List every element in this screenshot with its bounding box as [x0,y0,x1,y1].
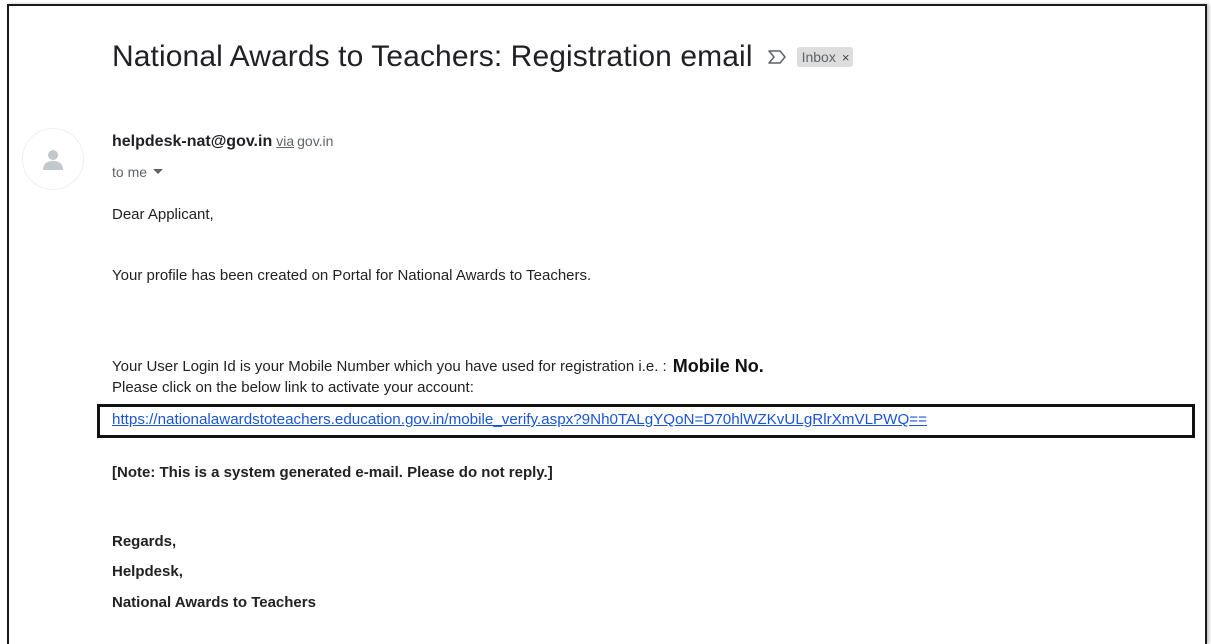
caret-down-icon[interactable] [153,169,164,175]
activation-instruction: Please click on the below link to activa… [112,379,474,396]
email-frame [7,4,1207,644]
recipient-text: to me [112,164,148,180]
label-text: Inbox [801,49,836,65]
email-subject: National Awards to Teachers: Registratio… [112,40,753,73]
subject-row: National Awards to Teachers: Registratio… [112,40,854,74]
greeting: Dear Applicant, [112,206,214,223]
sender-row: helpdesk-nat@gov.in via gov.in [112,133,333,151]
recipient-details-toggle[interactable]: to me [112,164,164,180]
remove-label-icon[interactable]: × [842,50,850,65]
signature-line: Regards, [112,533,177,550]
mobile-number-placeholder: Mobile No. [672,356,764,376]
sender-email[interactable]: helpdesk-nat@gov.in [112,133,272,150]
system-note: [Note: This is a system generated e-mail… [112,464,553,481]
inbox-label-chip[interactable]: Inbox × [796,47,854,67]
important-marker-icon[interactable] [767,49,787,65]
person-icon [43,150,63,170]
profile-created-text: Your profile has been created on Portal … [112,267,592,284]
login-id-line: Your User Login Id is your Mobile Number… [112,358,667,375]
activation-link[interactable]: https://nationalawardstoteachers.educati… [112,411,927,428]
login-id-text: Your User Login Id is your Mobile Number… [112,355,764,376]
signature-line: National Awards to Teachers [112,594,316,611]
via-link[interactable]: via [276,133,294,149]
signature-line: Helpdesk, [112,563,183,580]
via-domain: gov.in [297,133,334,149]
sender-avatar [22,128,84,190]
